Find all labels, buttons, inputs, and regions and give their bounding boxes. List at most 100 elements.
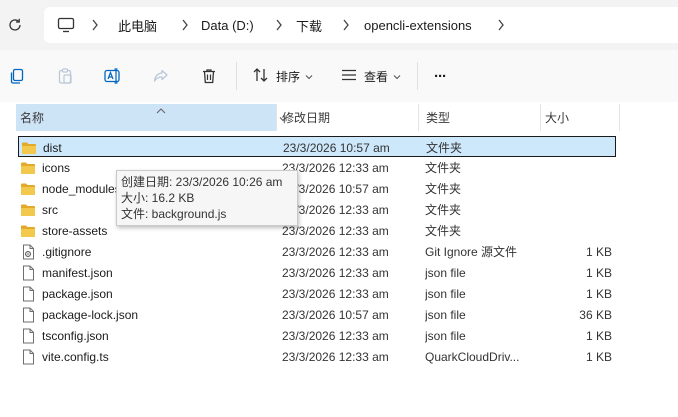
rename-icon[interactable]: [101, 64, 125, 88]
toolbar-divider: [236, 62, 237, 90]
file-type: 文件夹: [425, 224, 462, 238]
file-row[interactable]: dist 23/3/2026 10:57 am 文件夹: [18, 136, 616, 157]
file-icon: [20, 307, 36, 323]
file-row[interactable]: package-lock.json 23/3/2026 10:57 am json …: [18, 304, 616, 325]
command-bar: 排序 查看 ···: [0, 50, 678, 102]
file-size: 36 KB: [579, 307, 612, 322]
file-icon: [20, 286, 36, 302]
view-label: 查看: [364, 69, 389, 84]
file-name: store-assets: [42, 223, 108, 238]
file-name-cell: vite.config.ts: [20, 346, 280, 367]
tooltip-created-date: 创建日期: 23/3/2026 10:26 am: [121, 175, 283, 189]
file-name: vite.config.ts: [42, 349, 109, 364]
file-name: dist: [43, 140, 62, 155]
column-name[interactable]: 名称: [16, 104, 287, 131]
column-header: 名称 修改日期 类型 大小: [0, 104, 678, 131]
file-name-cell: dist: [21, 137, 281, 158]
file-name-cell: manifest.json: [20, 262, 280, 283]
paste-icon[interactable]: [53, 64, 77, 88]
file-name: src: [42, 202, 58, 217]
chevron-right-icon[interactable]: [89, 18, 101, 32]
file-type: QuarkCloudDriv...: [425, 349, 520, 364]
file-name: node_modules: [42, 181, 121, 196]
sort-icon: [252, 67, 270, 86]
tooltip-size: 大小: 16.2 KB: [121, 191, 195, 205]
toolbar-divider: [417, 62, 418, 90]
file-modified-date: 23/3/2026 12:33 am: [282, 223, 389, 238]
address-row: 此电脑 Data (D:) 下载 opencli-extensions: [0, 0, 678, 50]
computer-icon: [54, 13, 78, 37]
trash-icon[interactable]: [197, 64, 221, 88]
column-date[interactable]: 修改日期: [278, 104, 418, 131]
chevron-down-icon: [305, 69, 313, 83]
column-size[interactable]: 大小: [541, 104, 619, 131]
file-row[interactable]: vite.config.ts 23/3/2026 12:33 am QuarkClo…: [18, 346, 616, 367]
address-bar[interactable]: 此电脑 Data (D:) 下载 opencli-extensions: [44, 7, 678, 43]
file-size: [543, 220, 612, 241]
file-name: manifest.json: [42, 265, 113, 280]
file-size: 1 KB: [585, 244, 612, 259]
file-row[interactable]: node_modules 23/3/2026 10:57 am 文件夹: [18, 178, 616, 199]
file-type: json file: [425, 286, 466, 301]
file-icon: [20, 328, 36, 344]
file-size: 1 KB: [585, 328, 612, 343]
file-size: [543, 157, 612, 178]
file-row[interactable]: store-assets 23/3/2026 12:33 am 文件夹: [18, 220, 616, 241]
copy-icon[interactable]: [5, 64, 29, 88]
breadcrumb-this-pc[interactable]: 此电脑: [118, 7, 157, 43]
column-divider[interactable]: [276, 104, 277, 131]
file-row[interactable]: .gitignore 23/3/2026 12:33 am Git Ignore 源…: [18, 241, 616, 262]
column-divider[interactable]: [619, 104, 620, 131]
folder-icon: [21, 140, 37, 156]
file-size: 1 KB: [585, 286, 612, 301]
file-modified-date: 23/3/2026 12:33 am: [282, 349, 389, 364]
settings-file-icon: [20, 244, 36, 260]
file-type: json file: [425, 265, 466, 280]
file-modified-date: 23/3/2026 12:33 am: [282, 286, 389, 301]
file-type: 文件夹: [425, 203, 462, 217]
file-row[interactable]: src 23/3/2026 12:33 am 文件夹: [18, 199, 616, 220]
file-row[interactable]: tsconfig.json 23/3/2026 12:33 am json file…: [18, 325, 616, 346]
file-row[interactable]: manifest.json 23/3/2026 12:33 am json file…: [18, 262, 616, 283]
file-name-cell: package-lock.json: [20, 304, 280, 325]
file-explorer-window: 此电脑 Data (D:) 下载 opencli-extensions 排序 查…: [0, 0, 678, 417]
file-size: [543, 178, 612, 199]
view-button[interactable]: 查看: [340, 64, 401, 88]
file-modified-date: 23/3/2026 10:57 am: [282, 181, 389, 196]
file-type: Git Ignore 源文件: [425, 245, 518, 259]
folder-icon: [20, 202, 36, 218]
chevron-right-icon[interactable]: [179, 18, 191, 32]
sort-ascending-icon: [156, 104, 166, 114]
chevron-down-icon: [393, 69, 401, 83]
file-name-cell: package.json: [20, 283, 280, 304]
file-modified-date: 23/3/2026 10:57 am: [282, 307, 389, 322]
column-type[interactable]: 类型: [422, 104, 540, 131]
refresh-icon[interactable]: [5, 15, 25, 35]
breadcrumb-drive[interactable]: Data (D:): [201, 7, 254, 43]
file-size: 1 KB: [585, 265, 612, 280]
file-type: json file: [425, 307, 466, 322]
more-options-button[interactable]: ···: [434, 64, 447, 88]
breadcrumb-current-folder[interactable]: opencli-extensions: [364, 7, 472, 43]
column-divider[interactable]: [418, 104, 419, 131]
breadcrumb-downloads[interactable]: 下载: [296, 7, 322, 43]
file-type: json file: [425, 328, 466, 343]
file-name-cell: .gitignore: [20, 241, 280, 262]
file-row[interactable]: icons 23/3/2026 12:33 am 文件夹: [18, 157, 616, 178]
column-name-label: 名称: [20, 111, 45, 125]
sort-label: 排序: [276, 69, 301, 84]
file-name: .gitignore: [42, 244, 92, 259]
file-name: tsconfig.json: [42, 328, 109, 343]
file-row[interactable]: package.json 23/3/2026 12:33 am json file 1…: [18, 283, 616, 304]
chevron-right-icon[interactable]: [495, 18, 507, 32]
tooltip-files: 文件: background.js: [121, 207, 227, 221]
sort-button[interactable]: 排序: [252, 64, 313, 88]
share-icon[interactable]: [149, 64, 173, 88]
folder-icon: [20, 223, 36, 239]
chevron-right-icon[interactable]: [340, 18, 352, 32]
file-icon: [20, 349, 36, 365]
chevron-right-icon[interactable]: [273, 18, 285, 32]
file-size: [544, 137, 613, 158]
file-name: package.json: [42, 286, 113, 301]
folder-icon: [20, 181, 36, 197]
